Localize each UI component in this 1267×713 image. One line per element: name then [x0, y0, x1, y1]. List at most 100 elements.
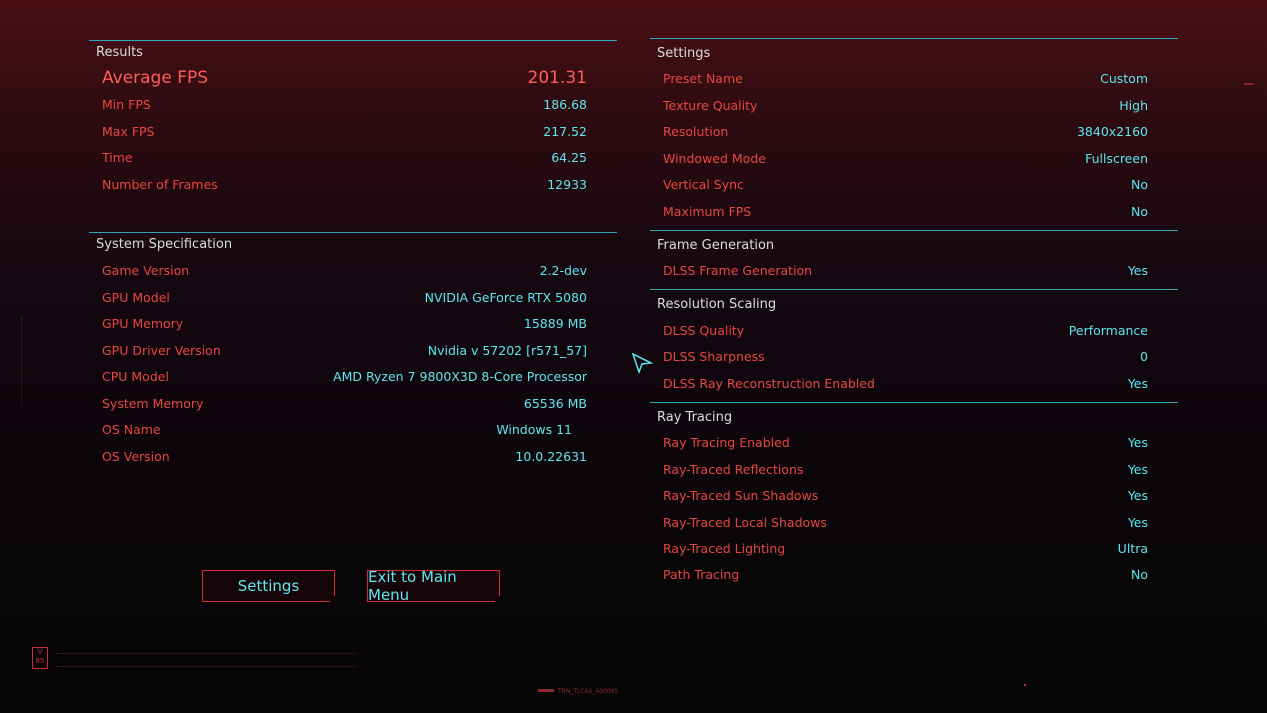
- row-label: DLSS Frame Generation: [663, 263, 813, 278]
- row-value: Custom: [1100, 71, 1148, 86]
- footer-fine-print-decoration: [56, 653, 356, 667]
- settings-row: Preset Name Custom: [663, 71, 1148, 91]
- results-row: Time 64.25: [102, 150, 587, 170]
- settings-row: Texture Quality High: [663, 98, 1148, 118]
- row-value: Yes: [1127, 488, 1148, 503]
- row-value: NVIDIA GeForce RTX 5080: [424, 290, 587, 305]
- ray-tracing-row: Ray-Traced Local Shadows Yes: [663, 515, 1148, 535]
- row-label: Time: [102, 150, 133, 165]
- resolution-scaling-row: DLSS Sharpness 0: [663, 349, 1148, 369]
- results-row-average-fps: Average FPS 201.31: [102, 68, 587, 88]
- spec-row: GPU Model NVIDIA GeForce RTX 5080: [102, 290, 587, 310]
- row-label: Number of Frames: [102, 177, 218, 192]
- row-label: OS Version: [102, 449, 170, 464]
- row-value: No: [1131, 204, 1148, 219]
- row-value: Yes: [1127, 376, 1148, 391]
- row-label: Ray-Traced Lighting: [663, 541, 786, 556]
- ray-tracing-title: Ray Tracing: [650, 402, 1178, 428]
- ray-tracing-row: Ray Tracing Enabled Yes: [663, 435, 1148, 455]
- row-label: Windowed Mode: [663, 151, 766, 166]
- row-value: No: [1131, 567, 1148, 582]
- row-value: 217.52: [543, 124, 587, 139]
- spec-row: GPU Memory 15889 MB: [102, 316, 587, 336]
- row-label: Texture Quality: [663, 98, 758, 113]
- row-value: Yes: [1127, 435, 1148, 450]
- row-label: Average FPS: [102, 68, 209, 88]
- exit-to-main-menu-button[interactable]: Exit to Main Menu: [367, 570, 500, 602]
- row-value: Yes: [1127, 263, 1148, 278]
- row-label: DLSS Quality: [663, 323, 745, 338]
- ray-tracing-row: Ray-Traced Lighting Ultra: [663, 541, 1148, 561]
- settings-title: Settings: [650, 38, 1178, 61]
- row-value: Performance: [1068, 323, 1148, 338]
- frame-generation-row: DLSS Frame Generation Yes: [663, 263, 1148, 283]
- spec-row: Game Version 2.2-dev: [102, 263, 587, 283]
- row-value: High: [1119, 98, 1148, 113]
- row-label: Max FPS: [102, 124, 155, 139]
- row-value: 186.68: [543, 97, 587, 112]
- row-value: 0: [1140, 349, 1148, 364]
- results-row: Number of Frames 12933: [102, 177, 587, 197]
- row-label: Preset Name: [663, 71, 743, 86]
- build-tag: TRN_TLCAS_600095: [558, 688, 619, 695]
- row-label: Game Version: [102, 263, 190, 278]
- row-value: 64.25: [551, 150, 587, 165]
- decor-dot: [1024, 684, 1026, 686]
- spec-row: CPU Model AMD Ryzen 7 9800X3D 8-Core Pro…: [102, 369, 587, 389]
- row-value: 2.2-dev: [539, 263, 587, 278]
- ray-tracing-row: Ray-Traced Reflections Yes: [663, 462, 1148, 482]
- system-spec-title: System Specification: [89, 232, 617, 254]
- row-value: 201.31: [527, 68, 587, 88]
- row-label: CPU Model: [102, 369, 169, 384]
- settings-row: Resolution 3840x2160: [663, 124, 1148, 144]
- row-label: Ray-Traced Sun Shadows: [663, 488, 819, 503]
- row-value: 3840x2160: [1076, 124, 1148, 139]
- row-label: Ray Tracing Enabled: [663, 435, 790, 450]
- version-logo: V 85: [32, 647, 48, 669]
- row-value: Windows 11: [496, 422, 572, 437]
- settings-button[interactable]: Settings: [202, 570, 335, 602]
- row-label: GPU Memory: [102, 316, 184, 331]
- row-value: 15889 MB: [523, 316, 587, 331]
- resolution-scaling-title: Resolution Scaling: [650, 289, 1178, 315]
- side-decoration: [21, 318, 25, 404]
- settings-row: Vertical Sync No: [663, 177, 1148, 197]
- decor-mark: [1244, 83, 1254, 85]
- row-value: 10.0.22631: [515, 449, 587, 464]
- results-row: Max FPS 217.52: [102, 124, 587, 144]
- row-value: Fullscreen: [1085, 151, 1148, 166]
- spec-row: OS Version 10.0.22631: [102, 449, 587, 469]
- row-label: System Memory: [102, 396, 204, 411]
- row-value: 65536 MB: [523, 396, 587, 411]
- build-tag-marker: [538, 689, 554, 692]
- row-label: Maximum FPS: [663, 204, 752, 219]
- frame-generation-title: Frame Generation: [650, 230, 1178, 256]
- spec-row: GPU Driver Version Nvidia v 57202 [r571_…: [102, 343, 587, 363]
- row-value: Nvidia v 57202 [r571_57]: [427, 343, 587, 358]
- results-title: Results: [89, 40, 617, 62]
- row-value: 12933: [547, 177, 587, 192]
- row-value: AMD Ryzen 7 9800X3D 8-Core Processor: [333, 369, 587, 384]
- resolution-scaling-row: DLSS Ray Reconstruction Enabled Yes: [663, 376, 1148, 396]
- ray-tracing-row: Ray-Traced Sun Shadows Yes: [663, 488, 1148, 508]
- row-value: No: [1131, 177, 1148, 192]
- row-value: Yes: [1127, 462, 1148, 477]
- cursor-icon: [631, 352, 653, 374]
- spec-row: System Memory 65536 MB: [102, 396, 587, 416]
- row-value: Ultra: [1117, 541, 1148, 556]
- row-label: DLSS Ray Reconstruction Enabled: [663, 376, 875, 391]
- row-label: Vertical Sync: [663, 177, 744, 192]
- results-row: Min FPS 186.68: [102, 97, 587, 117]
- row-label: Ray-Traced Reflections: [663, 462, 804, 477]
- row-label: Resolution: [663, 124, 729, 139]
- spec-row: OS Name Windows 11: [102, 422, 572, 442]
- row-label: GPU Model: [102, 290, 170, 305]
- settings-row: Windowed Mode Fullscreen: [663, 151, 1148, 171]
- row-label: GPU Driver Version: [102, 343, 221, 358]
- row-label: Ray-Traced Local Shadows: [663, 515, 827, 530]
- row-label: DLSS Sharpness: [663, 349, 765, 364]
- row-label: Path Tracing: [663, 567, 740, 582]
- ray-tracing-row: Path Tracing No: [663, 567, 1148, 587]
- row-label: Min FPS: [102, 97, 151, 112]
- resolution-scaling-row: DLSS Quality Performance: [663, 323, 1148, 343]
